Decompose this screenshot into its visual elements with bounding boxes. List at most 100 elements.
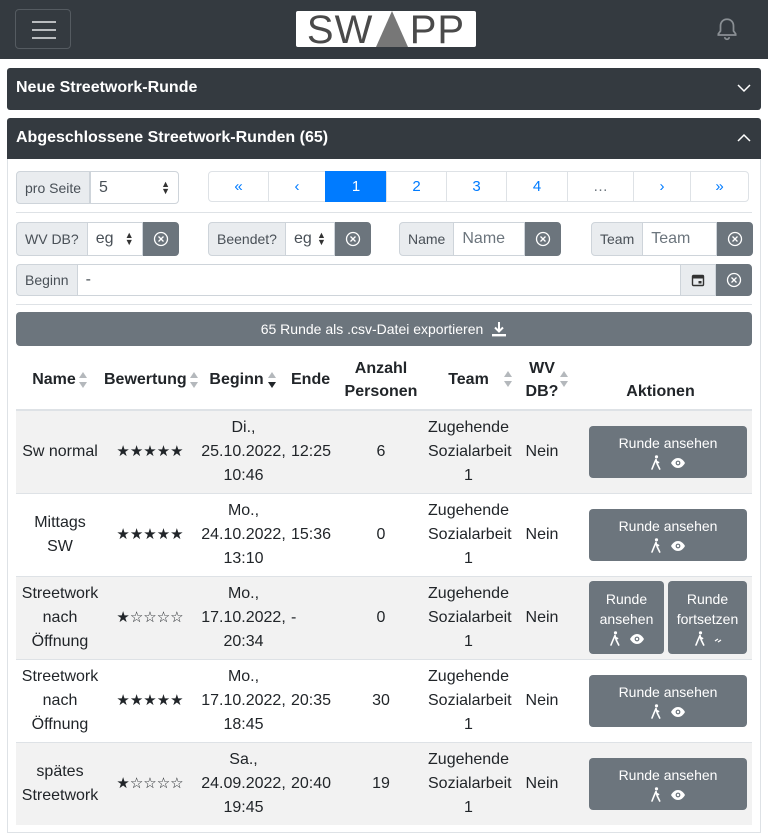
beendet-filter-select[interactable]: eg ▲ ▼ bbox=[285, 222, 335, 256]
name-filter-input[interactable]: Name bbox=[454, 222, 526, 256]
col-header-end[interactable]: Ende bbox=[291, 350, 340, 411]
logo-text: SW PP bbox=[306, 11, 466, 47]
walking-icon bbox=[651, 538, 661, 553]
team-clear-button[interactable] bbox=[717, 222, 754, 256]
cell-rating: ★☆☆☆☆ bbox=[104, 741, 196, 825]
page-ellipsis: … bbox=[567, 171, 634, 202]
pagination: « ‹ 1 2 3 4 … › » bbox=[208, 171, 749, 202]
cell-wv-db: Nein bbox=[515, 741, 569, 825]
eye-icon bbox=[671, 789, 685, 800]
team-filter: Team Team bbox=[591, 222, 754, 256]
cell-team: Zugehende Sozialarbeit 1 bbox=[422, 658, 515, 742]
table-row: spätes Streetwork ★☆☆☆☆ Sa., 24.09.2022,… bbox=[16, 741, 752, 825]
team-filter-input[interactable]: Team bbox=[643, 222, 718, 256]
cell-begin: Sa., 24.09.2022, 19:45 bbox=[196, 741, 291, 825]
page-first[interactable]: « bbox=[208, 171, 269, 202]
col-header-wv-db[interactable]: WV DB? bbox=[515, 350, 569, 411]
completed-rounds-section-header[interactable]: Abgeschlossene Streetwork-Runden (65) bbox=[7, 118, 761, 159]
name-filter-label: Name bbox=[399, 222, 455, 256]
clear-icon bbox=[726, 272, 742, 288]
cell-actions: Runde ansehen bbox=[569, 492, 752, 576]
cell-actions: Runde ansehen bbox=[569, 741, 752, 825]
chevron-down-icon bbox=[737, 84, 751, 93]
cell-persons: 0 bbox=[340, 492, 422, 576]
col-header-name[interactable]: Name bbox=[16, 350, 104, 411]
wv-db-filter: WV DB? eg ▲ ▼ bbox=[16, 222, 179, 256]
per-page-select[interactable]: 5 ▲ ▼ bbox=[90, 171, 180, 204]
beendet-filter: Beendet? eg ▲ ▼ bbox=[208, 222, 371, 256]
per-page-label: pro Seite bbox=[16, 171, 91, 204]
view-round-button[interactable]: Runde ansehen bbox=[589, 425, 747, 478]
rounds-table: Name Bewertung Beginn Ende Anzahl Person… bbox=[16, 350, 752, 825]
cell-rating: ★★★★★ bbox=[104, 658, 196, 742]
col-header-team[interactable]: Team bbox=[422, 350, 515, 411]
walking-icon bbox=[651, 455, 661, 471]
col-header-rating-label: Bewertung bbox=[104, 371, 187, 388]
export-csv-button[interactable]: 65 Runde als .csv-Datei exportieren bbox=[16, 312, 752, 346]
table-row: Streetwork nach Öffnung ★★★★★ Mo., 17.10… bbox=[16, 658, 752, 742]
walking-icon bbox=[694, 631, 704, 646]
view-round-button[interactable]: Runde ansehen bbox=[589, 581, 664, 654]
page-prev[interactable]: ‹ bbox=[268, 171, 326, 202]
cell-team: Zugehende Sozialarbeit 1 bbox=[422, 409, 515, 493]
btn-label: Runde ansehen bbox=[618, 767, 718, 784]
col-header-persons[interactable]: Anzahl Personen bbox=[340, 350, 422, 411]
name-clear-button[interactable] bbox=[525, 222, 562, 256]
page-last[interactable]: » bbox=[690, 171, 749, 202]
wv-db-clear-button[interactable] bbox=[142, 222, 179, 256]
view-round-button[interactable]: Runde ansehen bbox=[589, 508, 747, 561]
cell-wv-db: Nein bbox=[515, 492, 569, 576]
completed-rounds-title: Abgeschlossene Streetwork-Runden (65) bbox=[16, 129, 329, 146]
cell-persons: 0 bbox=[340, 575, 422, 659]
new-round-title: Neue Streetwork-Runde bbox=[16, 79, 198, 96]
beendet-filter-value: eg bbox=[293, 230, 312, 247]
calendar-icon bbox=[691, 274, 705, 287]
beginn-clear-button[interactable] bbox=[716, 264, 752, 296]
app-logo[interactable]: SW PP bbox=[296, 11, 476, 47]
menu-toggle-button[interactable] bbox=[15, 9, 71, 49]
cell-wv-db: Nein bbox=[515, 409, 569, 493]
page-next[interactable]: › bbox=[633, 171, 691, 202]
btn-label: Runde bbox=[605, 591, 648, 607]
walking-icon bbox=[651, 704, 661, 719]
btn-label: fortsetzen bbox=[676, 611, 739, 627]
view-round-button[interactable]: Runde ansehen bbox=[589, 757, 747, 810]
sort-icon bbox=[504, 371, 512, 387]
navbar: SW PP bbox=[0, 0, 768, 59]
cell-persons: 6 bbox=[340, 409, 422, 493]
cell-wv-db: Nein bbox=[515, 658, 569, 742]
cell-team: Zugehende Sozialarbeit 1 bbox=[422, 575, 515, 659]
walking-icon bbox=[609, 631, 619, 646]
calendar-button[interactable] bbox=[681, 264, 716, 296]
cell-actions: Runde ansehen Runde fortsetzen bbox=[569, 575, 752, 659]
table-row: Mittags SW ★★★★★ Mo., 24.10.2022, 13:10 … bbox=[16, 492, 752, 576]
col-header-begin-label: Beginn bbox=[209, 371, 264, 388]
col-header-rating[interactable]: Bewertung bbox=[104, 350, 198, 411]
eye-icon bbox=[671, 706, 685, 717]
page-4[interactable]: 4 bbox=[506, 171, 568, 202]
sort-icon bbox=[560, 371, 568, 387]
wv-db-filter-select[interactable]: eg ▲ ▼ bbox=[87, 222, 143, 256]
beginn-filter-input[interactable]: - bbox=[77, 264, 681, 296]
table-header-row: Name Bewertung Beginn Ende Anzahl Person… bbox=[16, 350, 752, 411]
cell-name: Streetwork nach Öffnung bbox=[16, 658, 104, 742]
sort-icon bbox=[78, 371, 87, 388]
bell-icon[interactable] bbox=[714, 16, 740, 42]
col-header-wv-db-label: WV DB? bbox=[525, 359, 559, 400]
page-1[interactable]: 1 bbox=[325, 171, 387, 202]
view-round-button[interactable]: Runde ansehen bbox=[589, 674, 747, 727]
export-label: 65 Runde als .csv-Datei exportieren bbox=[260, 321, 484, 337]
clear-icon bbox=[536, 231, 551, 247]
page-2[interactable]: 2 bbox=[386, 171, 447, 202]
btn-label: Runde ansehen bbox=[618, 435, 718, 452]
beendet-clear-button[interactable] bbox=[334, 222, 371, 256]
team-filter-label: Team bbox=[591, 222, 644, 256]
per-page-group: pro Seite 5 ▲ ▼ bbox=[16, 171, 180, 204]
cell-name: Sw normal bbox=[16, 409, 104, 493]
page-3[interactable]: 3 bbox=[446, 171, 507, 202]
new-round-section-header[interactable]: Neue Streetwork-Runde bbox=[7, 68, 761, 110]
table-row: Sw normal ★★★★★ Di., 25.10.2022, 10:46 1… bbox=[16, 409, 752, 493]
cell-actions: Runde ansehen bbox=[569, 658, 752, 742]
continue-round-button[interactable]: Runde fortsetzen bbox=[668, 581, 747, 654]
col-header-begin[interactable]: Beginn bbox=[196, 350, 291, 411]
